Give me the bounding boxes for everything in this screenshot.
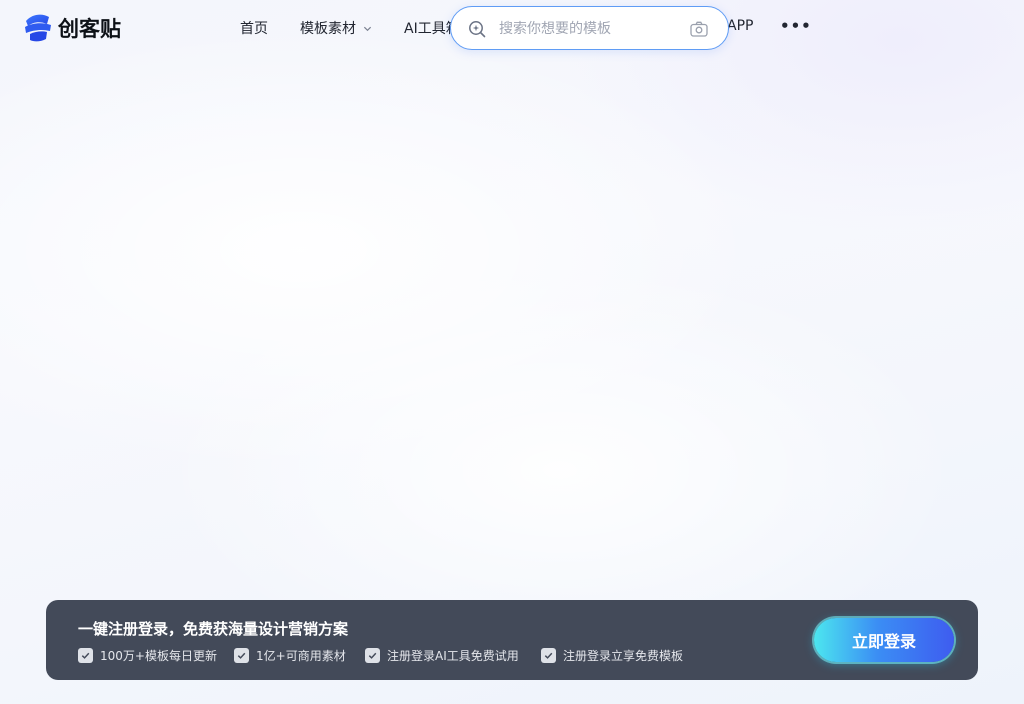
feature-item: 注册登录立享免费模板	[541, 647, 683, 664]
feature-item: 1亿+可商用素材	[234, 647, 346, 664]
feature-label: 注册登录AI工具免费试用	[387, 649, 519, 663]
feature-item: 100万+模板每日更新	[78, 647, 217, 664]
feature-label: 100万+模板每日更新	[100, 649, 217, 663]
feature-item: 注册登录AI工具免费试用	[365, 647, 519, 664]
more-icon[interactable]: •••	[780, 17, 812, 35]
feature-label: 注册登录立享免费模板	[563, 649, 684, 663]
feature-label: 1亿+可商用素材	[256, 649, 346, 663]
ai-search-icon	[469, 21, 486, 38]
banner-title: 一键注册登录，免费获海量设计营销方案	[78, 620, 349, 638]
checkbox-checked-icon	[365, 648, 380, 663]
search-input[interactable]	[499, 18, 679, 40]
top-header: 创客贴 首页 模板素材 AI工具箱 APP •••	[0, 0, 1024, 56]
nav-app[interactable]: APP	[727, 18, 753, 34]
nav-templates[interactable]: 模板素材	[300, 18, 372, 38]
nav-templates-label: 模板素材	[300, 21, 356, 37]
checkbox-checked-icon	[234, 648, 249, 663]
login-button[interactable]: 立即登录	[814, 618, 954, 662]
search-bar[interactable]	[450, 6, 729, 50]
checkbox-checked-icon	[541, 648, 556, 663]
chevron-down-icon	[363, 26, 372, 31]
camera-icon[interactable]	[689, 19, 709, 39]
nav-home[interactable]: 首页	[240, 18, 268, 38]
checkbox-checked-icon	[78, 648, 93, 663]
login-promo-banner: 一键注册登录，免费获海量设计营销方案 100万+模板每日更新 1亿+可商用素材 …	[46, 600, 978, 680]
